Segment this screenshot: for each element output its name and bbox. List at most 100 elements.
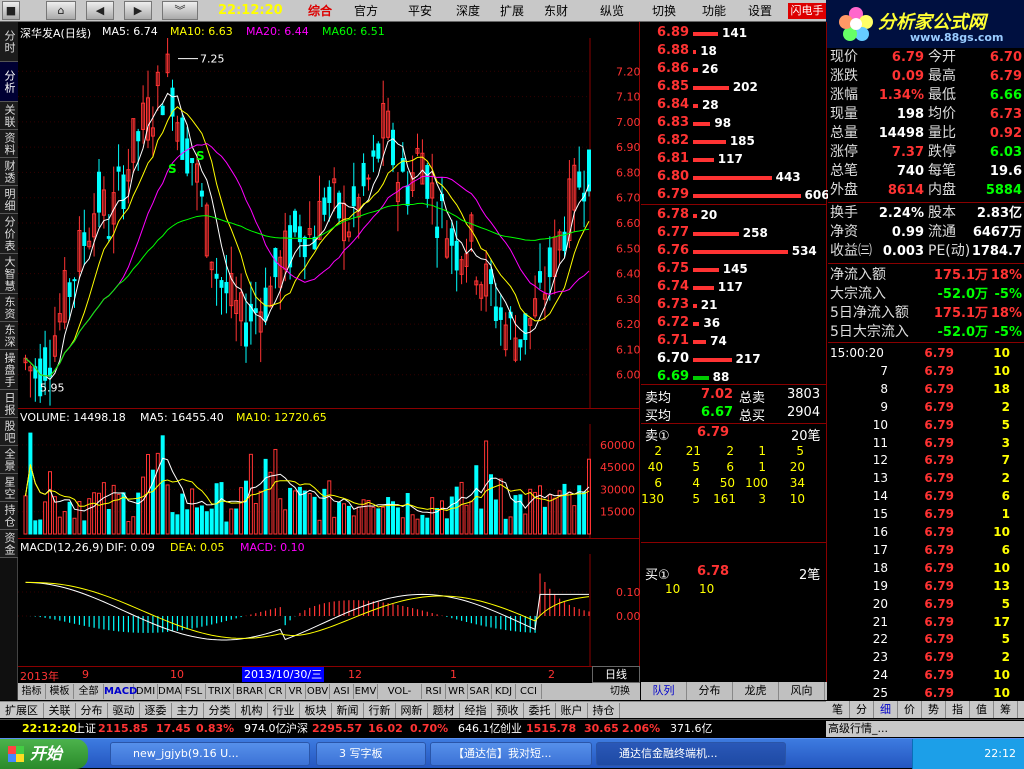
ask-row[interactable]: 6.85 202: [641, 78, 827, 96]
bottom-tab[interactable]: 机构: [236, 703, 268, 718]
bid-row[interactable]: 6.78 20: [641, 206, 827, 224]
left-tab[interactable]: 日报: [0, 390, 18, 418]
mid-tab[interactable]: 队列: [641, 682, 687, 700]
ask-row[interactable]: 6.86 26: [641, 60, 827, 78]
indicator-tab[interactable]: VOL-TDX: [378, 684, 422, 712]
left-tab[interactable]: 财透: [0, 158, 18, 186]
mid-tab[interactable]: 风向: [779, 682, 825, 700]
menu-item[interactable]: 平安: [398, 2, 442, 20]
bid-row[interactable]: 6.76 534: [641, 242, 827, 260]
ask-row[interactable]: 6.82 185: [641, 132, 827, 150]
indicator-tab[interactable]: RSI: [422, 684, 446, 699]
right-tab[interactable]: 价: [898, 701, 922, 718]
bid-row[interactable]: 6.72 36: [641, 314, 827, 332]
indicator-tab[interactable]: VR: [286, 684, 306, 699]
menu-item[interactable]: 综合: [298, 2, 342, 20]
ask-row[interactable]: 6.80 443: [641, 168, 827, 186]
indicator-tab[interactable]: SAR: [468, 684, 492, 699]
menu-item[interactable]: 功能: [692, 2, 736, 20]
indicator-tab[interactable]: 全部: [74, 684, 104, 699]
left-tab[interactable]: 资金: [0, 530, 18, 558]
left-tab[interactable]: 关联: [0, 102, 18, 130]
indicator-tab[interactable]: CR: [266, 684, 286, 699]
left-tab[interactable]: 操盘手: [0, 350, 18, 390]
bottom-tab[interactable]: 委托: [524, 703, 556, 718]
bottom-tab[interactable]: 预收: [492, 703, 524, 718]
bid-row[interactable]: 6.71 74: [641, 332, 827, 350]
right-tab[interactable]: 势: [922, 701, 946, 718]
left-tab[interactable]: 明细: [0, 186, 18, 214]
left-tab[interactable]: 分析: [0, 62, 18, 102]
right-tab[interactable]: 分: [850, 701, 874, 718]
bottom-tab[interactable]: 题材: [428, 703, 460, 718]
indicator-tab[interactable]: CCI: [516, 684, 542, 699]
left-tab[interactable]: 股吧: [0, 418, 18, 446]
ask-row[interactable]: 6.81 117: [641, 150, 827, 168]
taskbar-button[interactable]: new_jgjyb(9.16 U...: [110, 742, 310, 766]
left-tab[interactable]: 资料: [0, 130, 18, 158]
bottom-tab[interactable]: 扩展区: [0, 703, 44, 718]
indicator-tab[interactable]: DMI: [134, 684, 158, 699]
right-tab[interactable]: 指: [946, 701, 970, 718]
taskbar-button[interactable]: 通达信金融终端机...: [596, 742, 786, 766]
bottom-tab[interactable]: 网新: [396, 703, 428, 718]
menu-item[interactable]: 纵览: [590, 2, 634, 20]
ask-row[interactable]: 6.88 18: [641, 42, 827, 60]
ask-row[interactable]: 6.84 28: [641, 96, 827, 114]
kline-chart-area[interactable]: 深华发A(日线) MA5: 6.74 MA10: 6.63 MA20: 6.44…: [18, 22, 640, 668]
left-tab[interactable]: 大智慧: [0, 254, 18, 294]
advanced-quote-label[interactable]: 高级行情_...: [826, 721, 1024, 737]
menu-item[interactable]: 扩展: [490, 2, 534, 20]
left-tab[interactable]: 全景: [0, 446, 18, 474]
indicator-tab[interactable]: 指标: [18, 684, 46, 699]
right-tab[interactable]: 筹: [994, 701, 1018, 718]
mid-tab[interactable]: 分布: [687, 682, 733, 700]
menu-item[interactable]: 深度: [446, 2, 490, 20]
menu-item[interactable]: 东财: [534, 2, 578, 20]
left-tab[interactable]: 星空: [0, 474, 18, 502]
bottom-tab[interactable]: 经指: [460, 703, 492, 718]
period-label[interactable]: 日线: [592, 666, 640, 683]
indicator-tab[interactable]: DMA: [158, 684, 182, 699]
bottom-tab[interactable]: 分布: [76, 703, 108, 718]
ask-row[interactable]: 6.79 606: [641, 186, 830, 204]
indicator-tab[interactable]: OBV: [306, 684, 330, 699]
bottom-tab[interactable]: 板块: [300, 703, 332, 718]
taskbar-button[interactable]: 【通达信】我对短...: [430, 742, 592, 766]
indicator-tab[interactable]: BRAR: [234, 684, 266, 699]
indicator-tab[interactable]: KDJ: [492, 684, 516, 699]
right-tab[interactable]: 值: [970, 701, 994, 718]
bottom-tab[interactable]: 行新: [364, 703, 396, 718]
bid-row[interactable]: 6.73 21: [641, 296, 827, 314]
bid-row[interactable]: 6.70 217: [641, 350, 827, 368]
bottom-tab[interactable]: 主力: [172, 703, 204, 718]
indicator-tab[interactable]: MACD: [104, 684, 137, 699]
menu-item[interactable]: 切换: [642, 2, 686, 20]
switch-button[interactable]: 切换: [602, 684, 638, 699]
left-tab[interactable]: 东深: [0, 322, 18, 350]
bottom-tab[interactable]: 新闻: [332, 703, 364, 718]
ask-row[interactable]: 6.83 98: [641, 114, 827, 132]
indicator-tab[interactable]: FSL: [182, 684, 206, 699]
back-arrow-icon[interactable]: ◀: [86, 1, 114, 20]
left-tab[interactable]: 分时: [0, 22, 18, 62]
double-chevron-down-icon[interactable]: ︾: [162, 1, 198, 20]
menu-item[interactable]: 设置: [738, 2, 782, 20]
menu-item[interactable]: 官方: [344, 2, 388, 20]
ask-row[interactable]: 6.89 141: [641, 24, 827, 42]
bottom-tab[interactable]: 分类: [204, 703, 236, 718]
forward-arrow-icon[interactable]: ▶: [124, 1, 152, 20]
right-tab[interactable]: 细: [874, 701, 898, 718]
bid-row[interactable]: 6.74 117: [641, 278, 827, 296]
bid-row[interactable]: 6.75 145: [641, 260, 827, 278]
menu-square-icon[interactable]: ■: [2, 1, 20, 20]
indicator-tab[interactable]: WR: [446, 684, 468, 699]
indicator-tab[interactable]: TRIX: [206, 684, 234, 699]
right-tab[interactable]: 笔: [826, 701, 850, 718]
home-icon[interactable]: ⌂: [46, 1, 76, 20]
bottom-tab[interactable]: 账户: [556, 703, 588, 718]
indicator-tab[interactable]: 模板: [46, 684, 74, 699]
indicator-tab[interactable]: EMV: [354, 684, 378, 699]
bottom-tab[interactable]: 关联: [44, 703, 76, 718]
left-tab[interactable]: 东资: [0, 294, 18, 322]
